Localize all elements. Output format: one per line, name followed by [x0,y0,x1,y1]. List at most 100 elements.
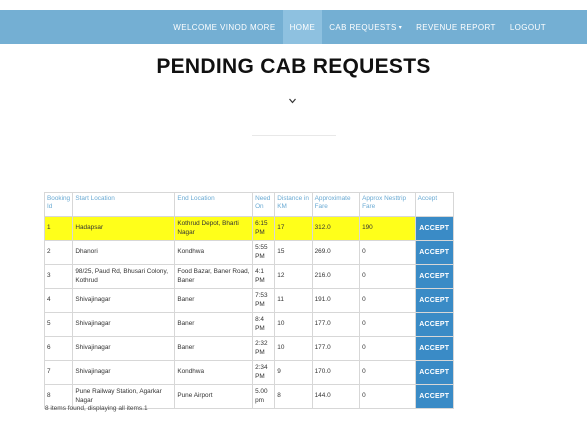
fare-cell: 177.0 [311,312,361,337]
need-on-cell: 4:1 PM [252,264,276,289]
end-location-cell: Baner [174,336,254,361]
column-header: Booking Id [43,192,74,217]
chevron-down-icon[interactable] [288,96,297,106]
distance-cell: 12 [274,264,313,289]
accept-cell: ACCEPT [414,312,455,337]
accept-button[interactable]: ACCEPT [415,241,453,264]
booking-id-cell: 6 [43,336,74,361]
need-on-cell: 2:34 PM [252,360,276,385]
accept-button[interactable]: ACCEPT [415,289,453,312]
distance-cell: 15 [274,240,313,265]
nav-revenue-report-label: REVENUE REPORT [416,22,496,32]
need-on-cell: 2:32 PM [252,336,276,361]
fare-cell: 269.0 [311,240,361,265]
nav-cab-requests-label: CAB REQUESTS [329,22,397,32]
start-location-cell: Shivajinagar [72,288,176,313]
nesttrip-fare-cell: 0 [359,312,416,337]
accept-cell: ACCEPT [414,336,455,361]
need-on-cell: 7:53 PM [252,288,276,313]
need-on-cell: 5:55 PM [252,240,276,265]
nav-home-label: HOME [289,22,316,32]
accept-cell: ACCEPT [414,360,455,385]
fare-cell: 312.0 [311,216,361,241]
accept-button[interactable]: ACCEPT [415,361,453,384]
nesttrip-fare-cell: 0 [359,384,416,409]
end-location-cell: Food Bazar, Baner Road, Baner [174,264,254,289]
nav-logout[interactable]: LOGOUT [503,10,553,44]
distance-cell: 11 [274,288,313,313]
end-location-cell: Kothrud Depot, Bharti Nagar [174,216,254,241]
fare-cell: 144.0 [311,384,361,409]
start-location-cell: Shivajinagar [72,336,176,361]
start-location-cell: 98/25, Paud Rd, Bhusari Colony, Kothrud [72,264,176,289]
column-header: Need On [252,192,276,217]
page-title: PENDING CAB REQUESTS [156,55,431,78]
fare-cell: 216.0 [311,264,361,289]
need-on-cell: 6:15 PM [252,216,276,241]
accept-cell: ACCEPT [414,264,455,289]
accept-button[interactable]: ACCEPT [415,265,453,288]
pending-requests-table: Booking Id Start Location End Location Need… [43,192,455,409]
booking-id-cell: 2 [43,240,74,265]
column-header: Accept [414,192,455,217]
nesttrip-fare-cell: 0 [359,264,416,289]
table-row: 1 Hadapsar Kothrud Depot, Bharti Nagar 6:15… [43,216,455,241]
column-header: Start Location [72,192,176,217]
top-navbar: WELCOME VINOD MORE HOME CAB REQUESTS ▾ REVEN… [0,10,587,44]
nesttrip-fare-cell: 0 [359,336,416,361]
booking-id-cell: 5 [43,312,74,337]
column-header: Approx Nesttrip Fare [359,192,416,217]
nav-menu: WELCOME VINOD MORE HOME CAB REQUESTS ▾ REVEN… [166,10,553,44]
nesttrip-fare-cell: 0 [359,360,416,385]
accept-button[interactable]: ACCEPT [415,385,453,408]
caret-down-icon: ▾ [398,24,403,31]
end-location-cell: Pune Airport [174,384,254,409]
table-row: 6 Shivajinagar Baner 2:32 PM 10 177.0 0 ACCEPT [43,336,455,361]
nav-home[interactable]: HOME [282,10,323,44]
nesttrip-fare-cell: 0 [359,240,416,265]
nav-cab-requests[interactable]: CAB REQUESTS ▾ [322,10,409,44]
nav-logout-label: LOGOUT [509,22,546,32]
nav-revenue-report[interactable]: REVENUE REPORT [409,10,503,44]
table-row: 7 Shivajinagar Kondhwa 2:34 PM 9 170.0 0 ACCEPT [43,360,455,385]
column-header: Approximate Fare [311,192,361,217]
accept-cell: ACCEPT [414,384,455,409]
start-location-cell: Dhanori [72,240,176,265]
accept-cell: ACCEPT [414,240,455,265]
fare-cell: 170.0 [311,360,361,385]
fare-cell: 191.0 [311,288,361,313]
end-location-cell: Kondhwa [174,240,254,265]
accept-button[interactable]: ACCEPT [415,217,453,240]
table-row: 4 Shivajinagar Baner 7:53 PM 11 191.0 0 ACCEPT [43,288,455,313]
accept-button[interactable]: ACCEPT [415,313,453,336]
start-location-cell: Hadapsar [72,216,176,241]
table-row: 5 Shivajinagar Baner 8:4 PM 10 177.0 0 ACCEPT [43,312,455,337]
title-divider [252,135,336,136]
column-header: End Location [174,192,254,217]
table-row: 3 98/25, Paud Rd, Bhusari Colony, Kothrud… [43,264,455,289]
distance-cell: 10 [274,336,313,361]
distance-cell: 8 [274,384,313,409]
nav-welcome-label: WELCOME VINOD MORE [173,22,276,32]
accept-cell: ACCEPT [414,288,455,313]
fare-cell: 177.0 [311,336,361,361]
column-header: Distance in KM [274,192,313,217]
accept-button[interactable]: ACCEPT [415,337,453,360]
results-summary: 8 items found, displaying all items.1 [45,405,148,412]
end-location-cell: Baner [174,312,254,337]
nav-welcome: WELCOME VINOD MORE [166,10,282,44]
nesttrip-fare-cell: 0 [359,288,416,313]
end-location-cell: Kondhwa [174,360,254,385]
booking-id-cell: 4 [43,288,74,313]
distance-cell: 17 [274,216,313,241]
table-body: 1 Hadapsar Kothrud Depot, Bharti Nagar 6:15… [43,216,455,409]
need-on-cell: 5.00 pm [252,384,276,409]
booking-id-cell: 1 [43,216,74,241]
table-row: 2 Dhanori Kondhwa 5:55 PM 15 269.0 0 ACCEPT [43,240,455,265]
table-header-row: Booking Id Start Location End Location Need… [43,192,455,217]
need-on-cell: 8:4 PM [252,312,276,337]
nesttrip-fare-cell: 190 [359,216,416,241]
distance-cell: 9 [274,360,313,385]
start-location-cell: Shivajinagar [72,360,176,385]
accept-cell: ACCEPT [414,216,455,241]
